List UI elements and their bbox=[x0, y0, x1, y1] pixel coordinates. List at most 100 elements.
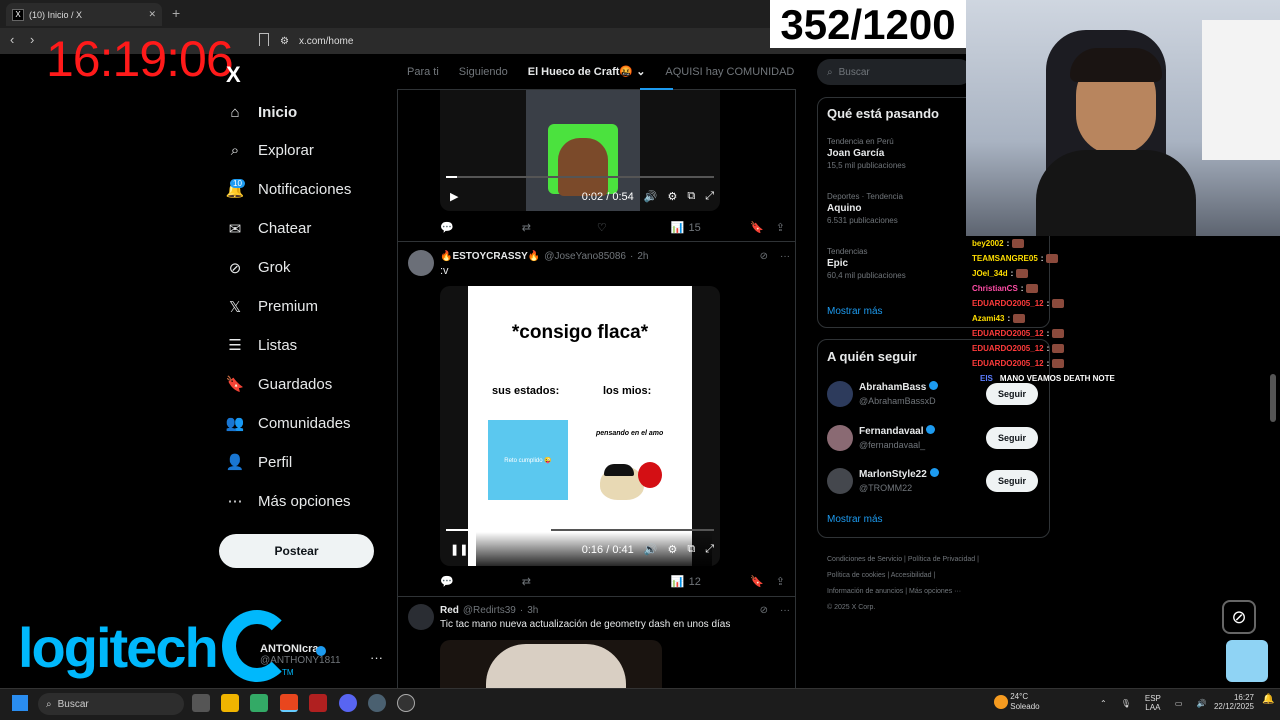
footer-privacy[interactable]: Política de Privacidad bbox=[908, 556, 975, 563]
scrollbar[interactable] bbox=[1270, 374, 1276, 422]
browser-tab[interactable]: X (10) Inicio / X ✕ bbox=[6, 3, 162, 26]
bookmark-icon[interactable]: 🔖 bbox=[750, 221, 764, 234]
tweet2-progress[interactable] bbox=[446, 529, 714, 531]
discord-icon[interactable] bbox=[339, 694, 357, 712]
file-explorer-icon[interactable] bbox=[221, 694, 239, 712]
bookmark-icon[interactable]: 🔖 bbox=[750, 575, 764, 588]
nav-item-notificaciones[interactable]: 🔔 Notificaciones bbox=[226, 175, 352, 205]
play-icon[interactable]: ▶ bbox=[450, 190, 458, 203]
reply-icon[interactable]: 💬 bbox=[440, 221, 454, 234]
language-indicator[interactable]: ESP LAA bbox=[1145, 694, 1161, 712]
back-icon[interactable]: ‹ bbox=[10, 32, 14, 47]
tweet1-video[interactable]: ▶ 0:02 / 0:54 🔊 ⚙ ⧉ ⤢ bbox=[440, 90, 720, 211]
pause-icon[interactable]: ❚❚ bbox=[450, 543, 468, 556]
search-input[interactable]: ⌕ Buscar bbox=[817, 59, 972, 85]
follow-button[interactable]: Seguir bbox=[986, 426, 1038, 449]
pip-icon[interactable]: ⧉ bbox=[687, 190, 695, 203]
tweet3-time[interactable]: 3h bbox=[527, 605, 538, 616]
chevron-up-icon[interactable]: ⌃ bbox=[1100, 699, 1107, 708]
more-icon[interactable]: ··· bbox=[370, 650, 383, 665]
more-icon[interactable]: ··· bbox=[780, 605, 790, 616]
footer-accessibility[interactable]: Accesibilidad bbox=[891, 572, 932, 579]
fullscreen-icon[interactable]: ⤢ bbox=[705, 543, 714, 556]
brave-browser-icon[interactable] bbox=[280, 694, 298, 712]
account-switcher[interactable]: ANTONIcra @ANTHONY1811 bbox=[260, 643, 341, 666]
grok-icon[interactable]: ⊘ bbox=[760, 605, 768, 616]
tab-hueco-de-craft[interactable]: El Hueco de Craft🤬 ⌄ bbox=[518, 65, 656, 78]
nav-item-comunidades[interactable]: 👥 Comunidades bbox=[226, 408, 351, 438]
follow-button[interactable]: Seguir bbox=[986, 470, 1038, 492]
grok-floating-icon[interactable]: ⊘ bbox=[1222, 600, 1256, 634]
new-tab-icon[interactable]: + bbox=[172, 5, 180, 21]
forward-icon[interactable]: › bbox=[30, 32, 34, 47]
footer-more[interactable]: Más opciones ··· bbox=[909, 588, 961, 595]
tweet1-progress[interactable] bbox=[446, 176, 714, 178]
network-icon[interactable]: ▭ bbox=[1175, 699, 1183, 708]
tweet2-handle[interactable]: @JoseYano85086 bbox=[544, 251, 626, 262]
taskbar-search[interactable]: ⌕ Buscar bbox=[38, 693, 184, 715]
tweet2-time[interactable]: 2h bbox=[637, 251, 648, 262]
follow-show-more[interactable]: Mostrar más bbox=[827, 514, 883, 525]
nav-item-inicio[interactable]: ⌂ Inicio bbox=[226, 97, 297, 127]
repost-icon[interactable]: ⇄ bbox=[522, 221, 531, 234]
follow-avatar[interactable] bbox=[827, 468, 853, 494]
nav-item-grok[interactable]: ⊘ Grok bbox=[226, 253, 291, 283]
trends-show-more[interactable]: Mostrar más bbox=[827, 306, 883, 317]
nav-item-chatear[interactable]: ✉ Chatear bbox=[226, 214, 312, 244]
repost-icon[interactable]: ⇄ bbox=[522, 575, 531, 588]
weather-widget[interactable]: 24°C Soleado bbox=[994, 692, 1040, 712]
fullscreen-icon[interactable]: ⤢ bbox=[705, 190, 714, 203]
footer-cookies[interactable]: Política de cookies bbox=[827, 572, 885, 579]
settings-icon[interactable]: ⚙ bbox=[667, 190, 677, 203]
tweet2-video[interactable]: *consigo flaca* sus estados: los mios: R… bbox=[440, 286, 720, 566]
nav-item-perfil[interactable]: 👤 Perfil bbox=[226, 447, 293, 477]
more-icon[interactable]: ··· bbox=[780, 251, 790, 262]
windows-start-icon[interactable] bbox=[12, 695, 28, 711]
settings-icon[interactable] bbox=[368, 694, 386, 712]
nav-item-explorar[interactable]: ⌕ Explorar bbox=[226, 136, 314, 166]
reply-icon[interactable]: 💬 bbox=[440, 575, 454, 588]
post-button[interactable]: Postear bbox=[219, 534, 374, 568]
taskbar-clock[interactable]: 16:27 22/12/2025 bbox=[1208, 693, 1254, 711]
task-view-icon[interactable] bbox=[192, 694, 210, 712]
tweet3-handle[interactable]: @Redirts39 bbox=[463, 605, 516, 616]
footer-terms[interactable]: Condiciones de Servicio bbox=[827, 556, 902, 563]
nav-item-guardados[interactable]: 🔖 Guardados bbox=[226, 369, 333, 399]
follow-avatar[interactable] bbox=[827, 381, 853, 407]
nav-item-listas[interactable]: ☰ Listas bbox=[226, 330, 297, 360]
settings-icon[interactable]: ⚙ bbox=[667, 543, 677, 556]
x-logo-icon[interactable]: X bbox=[226, 62, 241, 88]
store-icon[interactable] bbox=[250, 694, 268, 712]
follow-user[interactable]: AbrahamBass @AbrahamBassxD bbox=[859, 381, 939, 406]
tab-para-ti[interactable]: Para ti bbox=[397, 66, 449, 78]
notification-bell-icon[interactable]: 🔔 bbox=[1262, 694, 1274, 705]
follow-user[interactable]: Fernandavaal @fernandavaal_ bbox=[859, 424, 936, 450]
volume-icon[interactable]: 🔊 bbox=[1196, 699, 1206, 708]
url-field[interactable]: ⚙ x.com/home bbox=[280, 31, 780, 51]
bookmark-page-icon[interactable] bbox=[259, 33, 269, 46]
nav-item-premium[interactable]: 𝕏 Premium bbox=[226, 292, 318, 322]
voicemod-icon[interactable] bbox=[309, 694, 327, 712]
tweet3-name[interactable]: Red bbox=[440, 605, 459, 616]
pip-icon[interactable]: ⧉ bbox=[687, 543, 695, 556]
nav-item-m-s-opciones[interactable]: ⋯ Más opciones bbox=[226, 486, 351, 516]
share-icon[interactable]: ⇪ bbox=[776, 575, 785, 588]
site-info-icon[interactable]: ⚙ bbox=[280, 36, 289, 47]
grok-icon[interactable]: ⊘ bbox=[760, 251, 768, 262]
close-icon[interactable]: ✕ bbox=[148, 9, 156, 20]
tab-aquisi-comunidad[interactable]: AQUISI hay COMUNIDAD bbox=[655, 66, 804, 78]
tweet2-name[interactable]: 🔥ESTOYCRASSY🔥 bbox=[440, 251, 540, 262]
tab-siguiendo[interactable]: Siguiendo bbox=[449, 66, 518, 78]
volume-icon[interactable]: 🔊 bbox=[644, 190, 658, 203]
views-icon[interactable]: 📊 bbox=[671, 575, 685, 588]
volume-icon[interactable]: 🔊 bbox=[644, 543, 658, 556]
follow-avatar[interactable] bbox=[827, 424, 853, 451]
like-icon[interactable]: ♡ bbox=[597, 221, 607, 234]
microphone-icon[interactable]: 🎙 bbox=[1121, 699, 1131, 708]
tweet3-avatar[interactable] bbox=[408, 604, 434, 630]
footer-ads[interactable]: Información de anuncios bbox=[827, 588, 903, 595]
obs-icon[interactable] bbox=[397, 694, 415, 712]
tweet2-avatar[interactable] bbox=[408, 250, 434, 276]
follow-user[interactable]: MarlonStyle22 @TROMM22 bbox=[859, 468, 939, 493]
share-icon[interactable]: ⇪ bbox=[776, 221, 785, 234]
